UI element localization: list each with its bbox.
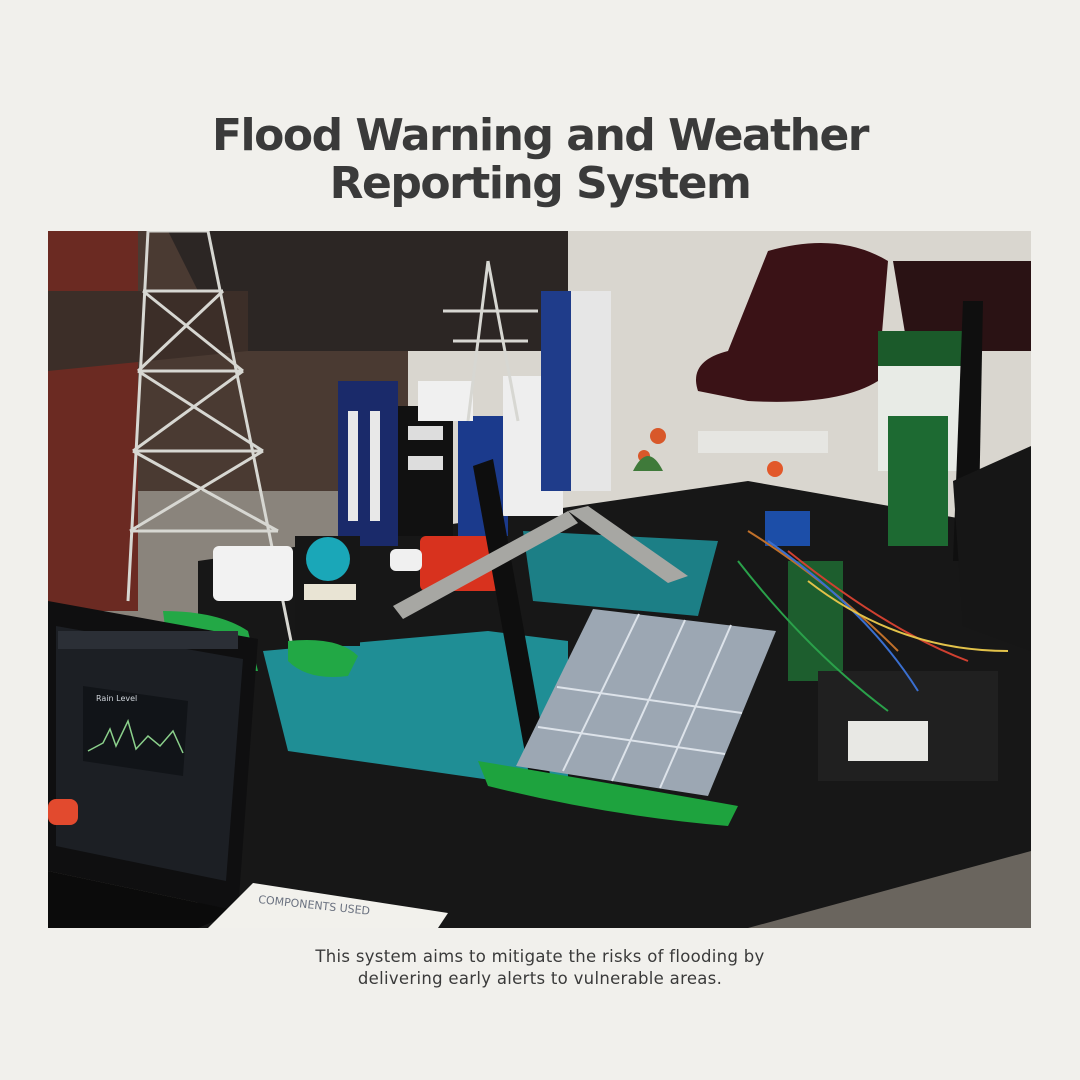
project-photo: Rain Level COMPONENTS USED [48, 231, 1031, 928]
page-title: Flood Warning and Weather Reporting Syst… [0, 112, 1080, 208]
title-line-1: Flood Warning and Weather [211, 110, 870, 161]
caption: This system aims to mitigate the risks o… [315, 947, 765, 988]
laptop-screen-label: Rain Level [96, 694, 137, 703]
title-line-2: Reporting System [329, 158, 752, 209]
